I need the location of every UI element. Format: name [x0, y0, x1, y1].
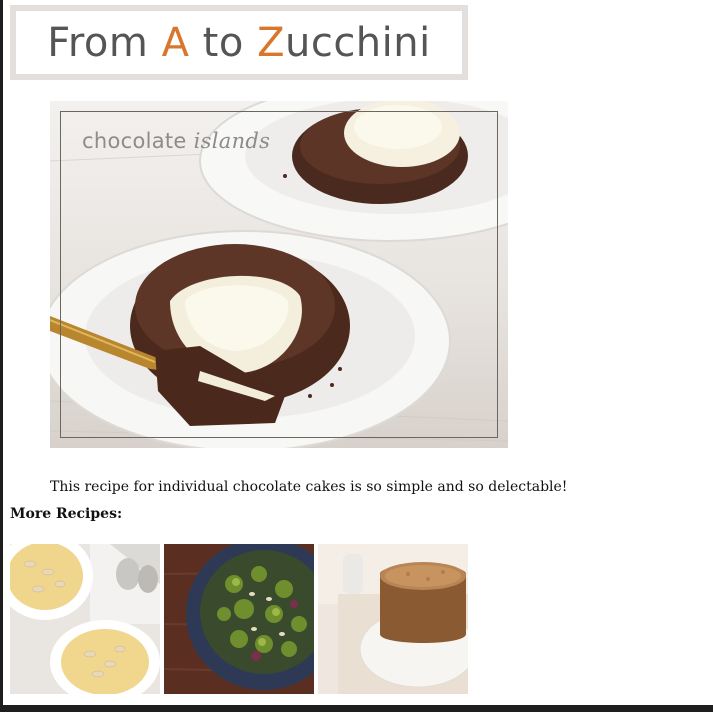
hero-title-italic: islands: [193, 129, 271, 153]
site-title-accent-a: A: [161, 19, 190, 66]
recipe-description: This recipe for individual chocolate cak…: [50, 479, 568, 495]
window-frame-left: [0, 0, 3, 712]
more-recipes-grid: [10, 544, 470, 694]
site-title-part: ucchini: [284, 19, 431, 66]
hero-photo: [50, 101, 508, 448]
recipe-thumbnail-brussels-sprouts[interactable]: [164, 544, 314, 694]
round-cake-image: [318, 544, 468, 694]
site-title-link[interactable]: From A to Zucchini: [47, 20, 430, 66]
site-header: From A to Zucchini: [10, 5, 468, 80]
site-title-accent-z: Z: [257, 19, 285, 66]
hero-title-overlay: chocolate islands: [82, 129, 270, 153]
almond-custard-bowls-image: [10, 544, 160, 694]
more-recipes-heading: More Recipes:: [10, 506, 123, 522]
recipe-thumbnail-almond-custard[interactable]: [10, 544, 160, 694]
site-title-part: From: [47, 19, 162, 66]
recipe-thumbnail-round-cake[interactable]: [318, 544, 468, 694]
hero-title-regular: chocolate: [82, 129, 194, 153]
window-frame-bottom: [0, 705, 713, 712]
site-header-inner: From A to Zucchini: [16, 11, 462, 74]
hero-image-chocolate-islands: chocolate islands: [50, 101, 508, 448]
site-title-part: to: [189, 19, 258, 66]
brussels-sprouts-pan-image: [164, 544, 314, 694]
